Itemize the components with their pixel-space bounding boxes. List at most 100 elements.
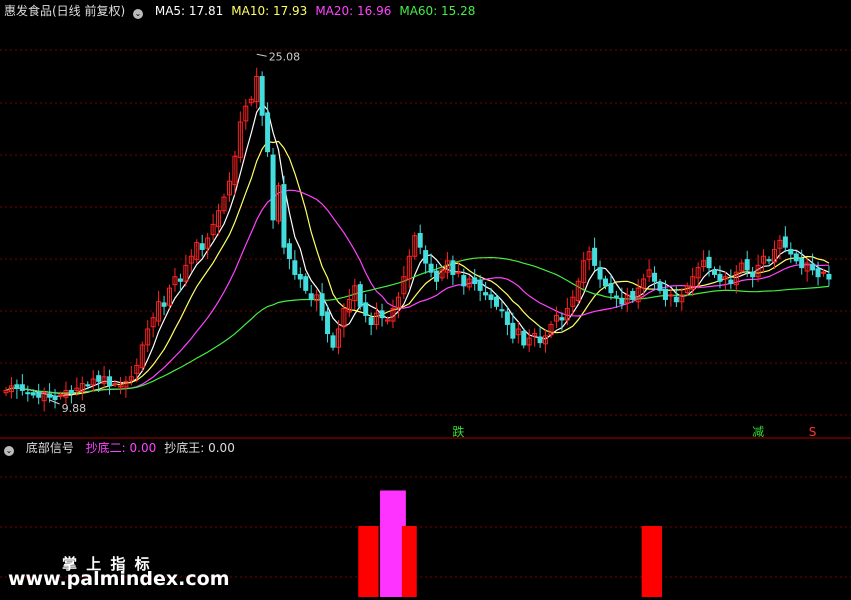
- candle-body: [793, 253, 799, 262]
- candle-body: [706, 256, 712, 269]
- candle-body: [750, 271, 756, 278]
- candle-body: [107, 376, 113, 387]
- candle-body: [461, 275, 467, 287]
- candle-body: [494, 296, 499, 307]
- candle-body: [68, 389, 74, 394]
- candle-body: [826, 273, 832, 280]
- candle-body: [799, 258, 805, 269]
- sub-legend: 抄底二: 0.00 抄底王: 0.00: [86, 441, 243, 455]
- grid-lines: [0, 49, 851, 578]
- candle-body: [662, 288, 668, 300]
- candle-body: [630, 291, 636, 300]
- legend-ma10: MA10: 17.93: [231, 4, 308, 18]
- ma-line-ma60: [5, 256, 830, 394]
- candle-body: [303, 276, 309, 291]
- candle-body: [434, 270, 440, 282]
- candle-body: [499, 309, 505, 312]
- signal-bar: [401, 526, 417, 597]
- chevron-down-icon[interactable]: ⌄: [4, 446, 14, 456]
- signal-marker: 跌: [452, 424, 464, 439]
- signal-markers: 跌减S: [452, 424, 816, 439]
- candle-body: [270, 154, 276, 221]
- candle-body: [521, 330, 527, 346]
- candle-body: [455, 271, 461, 274]
- candle-body: [788, 248, 794, 255]
- legend-ma60: MA60: 15.28: [399, 4, 476, 18]
- candle-body: [286, 243, 292, 260]
- candle-body: [357, 284, 363, 307]
- candle-body: [177, 278, 183, 282]
- candle-body: [810, 263, 816, 271]
- candle-body: [728, 279, 734, 285]
- candle-body: [766, 259, 772, 262]
- candle-body: [325, 311, 331, 335]
- candle-body: [782, 236, 788, 248]
- candle-body: [717, 273, 723, 282]
- ma-line-ma5: [5, 102, 830, 397]
- candle-body: [537, 336, 543, 344]
- signal-marker: S: [809, 425, 817, 439]
- bottom-signal-bars: [358, 490, 662, 597]
- candle-body: [265, 112, 271, 153]
- candle-body: [52, 395, 58, 401]
- sub-legend-0: 抄底二: 0.00: [85, 441, 157, 455]
- signal-bar: [641, 526, 662, 597]
- candle-body: [592, 247, 598, 266]
- candle-body: [423, 250, 429, 264]
- candle-body: [652, 272, 658, 282]
- candle-body: [319, 293, 325, 316]
- candle-body: [30, 392, 36, 396]
- main-title: 惠发食品(日线 前复权): [4, 4, 126, 18]
- candle-body: [504, 311, 510, 325]
- candle-body: [368, 317, 374, 325]
- candle-body: [744, 259, 750, 271]
- candle-body: [603, 278, 608, 287]
- candle-body: [36, 392, 42, 398]
- candle-body: [477, 279, 483, 291]
- watermark-url: www.palmindex.com: [8, 568, 230, 590]
- candle-body: [597, 267, 603, 280]
- candle-body: [450, 260, 456, 275]
- candle-body: [428, 263, 434, 273]
- candle-body: [112, 383, 118, 386]
- candle-body: [559, 317, 565, 321]
- candle-body: [613, 295, 619, 298]
- candle-body: [657, 281, 663, 291]
- legend-ma5: MA5: 17.81: [154, 4, 224, 18]
- candle-body: [608, 283, 614, 294]
- candle-body: [19, 384, 25, 391]
- candle-body: [85, 384, 91, 387]
- candle-body: [619, 297, 625, 305]
- candle-body: [259, 76, 265, 116]
- candle-body: [47, 393, 53, 398]
- candle-body: [483, 292, 489, 296]
- candle-body: [292, 260, 298, 275]
- candle-body: [417, 233, 423, 248]
- sub-header: ⌄ 底部信号 抄底二: 0.00 抄底王: 0.00: [4, 441, 243, 456]
- moving-average-lines: [5, 102, 830, 397]
- candle-body: [25, 392, 31, 395]
- sub-legend-1: 抄底王: 0.00: [164, 441, 235, 455]
- chart-canvas: 25.08 9.88 跌 减 S: [0, 49, 851, 597]
- sub-title: 底部信号: [25, 441, 74, 455]
- chevron-down-icon[interactable]: ⌄: [133, 9, 144, 19]
- candle-body: [199, 243, 205, 250]
- candle-body: [379, 310, 385, 319]
- candle-body: [281, 184, 287, 248]
- signal-marker: 减: [752, 425, 764, 439]
- candle-body: [673, 296, 679, 303]
- legend-ma20: MA20: 16.96: [315, 4, 392, 18]
- candle-body: [472, 277, 478, 285]
- candlesticks: [3, 67, 832, 412]
- candle-body: [161, 302, 167, 307]
- candle-body: [308, 293, 314, 300]
- annotation-label: 9.88: [62, 402, 87, 415]
- signal-bar: [358, 526, 379, 597]
- candle-body: [815, 268, 821, 278]
- main-header: 惠发食品(日线 前复权) ⌄ MA5: 17.81 MA10: 17.93 MA20…: [4, 4, 483, 19]
- candle-body: [297, 273, 303, 280]
- candle-body: [363, 302, 369, 316]
- candle-body: [330, 335, 336, 348]
- candle-body: [510, 322, 516, 339]
- ma-legend: MA5: 17.81 MA10: 17.93 MA20: 16.96 MA60: 15…: [155, 4, 484, 18]
